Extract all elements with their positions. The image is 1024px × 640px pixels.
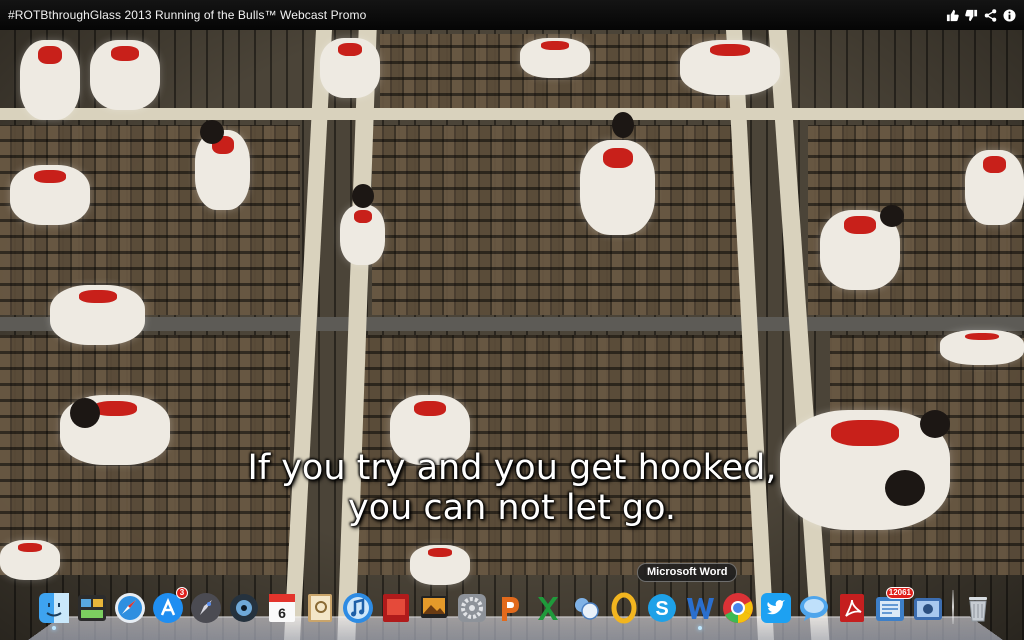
subtitle-line: you can not let go. [347, 488, 677, 528]
outlook-icon[interactable] [606, 590, 642, 626]
contacts-icon[interactable] [302, 590, 338, 626]
info-icon[interactable] [1003, 8, 1016, 22]
share-icon[interactable] [984, 8, 997, 22]
street-stripe [768, 30, 830, 640]
news-reader-icon[interactable]: 12061 [872, 587, 914, 626]
calendar-day: 6 [278, 605, 286, 621]
runner [10, 165, 90, 225]
launchpad-icon[interactable] [188, 590, 224, 626]
safari-icon[interactable] [112, 590, 148, 626]
runner-head [920, 410, 950, 438]
system-preferences-icon[interactable] [454, 590, 490, 626]
running-indicator [52, 626, 56, 630]
runner [965, 150, 1024, 225]
messages-icon[interactable] [796, 590, 832, 626]
runner-head [200, 120, 224, 144]
skype-icon[interactable]: S [644, 590, 680, 626]
runner [940, 330, 1024, 365]
video-frame[interactable] [0, 0, 1024, 640]
runner [580, 140, 655, 235]
dock-separator [952, 590, 954, 624]
runner [410, 545, 470, 585]
video-title: #ROTBthroughGlass 2013 Running of the Bu… [8, 8, 367, 22]
video-title-bar: #ROTBthroughGlass 2013 Running of the Bu… [0, 0, 1024, 30]
runner-head [880, 205, 904, 227]
twitter-icon[interactable] [758, 590, 794, 626]
dashboard-icon[interactable] [74, 590, 110, 626]
image-capture-icon[interactable] [910, 590, 946, 626]
runner [195, 130, 250, 210]
microsoft-communicator-icon[interactable] [568, 590, 604, 626]
runner [0, 540, 60, 580]
finder-icon[interactable] [36, 590, 72, 630]
runner [680, 40, 780, 95]
thumbs-up-icon[interactable] [946, 9, 959, 22]
running-indicator [698, 626, 702, 630]
google-chrome-icon[interactable] [720, 590, 756, 626]
runner [20, 40, 80, 120]
runner-head [612, 112, 634, 138]
itunes-icon[interactable] [340, 590, 376, 626]
runner-head [352, 184, 374, 208]
dock: 3 6 S 12061 [36, 587, 996, 630]
runner [90, 40, 160, 110]
runner [320, 38, 380, 98]
runner [520, 38, 590, 78]
iphoto-icon[interactable] [416, 590, 452, 626]
runner [340, 205, 385, 265]
adobe-reader-icon[interactable] [834, 590, 870, 626]
subtitle-line: If you try and you get hooked, [247, 448, 777, 488]
photo-booth-icon[interactable] [378, 590, 414, 626]
excel-icon[interactable] [530, 590, 566, 626]
microsoft-word-icon[interactable] [682, 590, 718, 630]
title-actions [946, 8, 1016, 22]
street-stripe [0, 317, 1024, 331]
powerpoint-icon[interactable] [492, 590, 528, 626]
trash-icon[interactable] [960, 590, 996, 626]
app-store-badge: 3 [176, 587, 188, 599]
video-subtitle: If you try and you get hooked, you can n… [0, 448, 1024, 528]
street-stripe [0, 108, 1024, 120]
runner [50, 285, 145, 345]
street-stripe [284, 30, 332, 640]
cobblestone-block [372, 125, 742, 315]
mission-control-icon[interactable] [226, 590, 262, 626]
calendar-icon[interactable]: 6 [264, 590, 300, 626]
runner-head [70, 398, 100, 428]
thumbs-down-icon[interactable] [965, 9, 978, 22]
svg-text:S: S [655, 598, 668, 620]
dock-tooltip: Microsoft Word [637, 563, 738, 582]
app-store-icon[interactable]: 3 [150, 587, 188, 626]
